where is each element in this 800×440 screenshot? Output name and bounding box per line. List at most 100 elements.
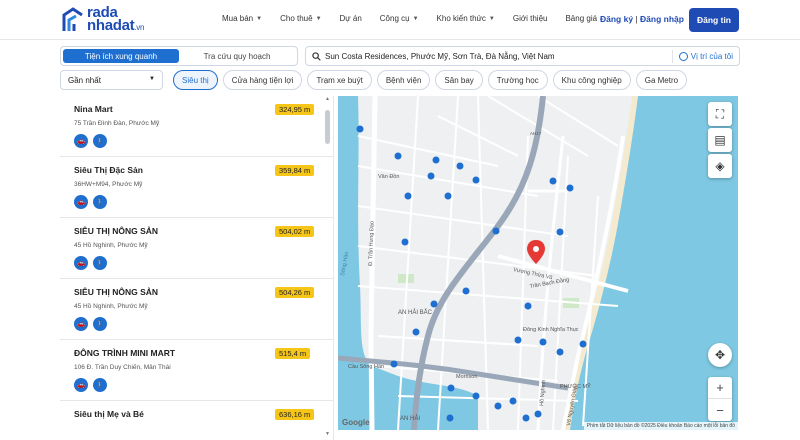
- shop-marker-icon[interactable]: [549, 177, 557, 185]
- shop-marker-icon[interactable]: [447, 384, 455, 392]
- map-view[interactable]: AN HẢI BẮC AN HẢI PHƯỚC MỸ Sông Hàn Cầu …: [338, 96, 738, 430]
- nav-cho-thue[interactable]: Cho thuê ▼: [280, 14, 321, 23]
- register-link[interactable]: Đăng ký: [600, 14, 633, 24]
- shop-marker-icon[interactable]: [401, 238, 409, 246]
- walk-icon[interactable]: 🚶: [93, 317, 107, 331]
- tab-zoning-lookup[interactable]: Tra cứu quy hoạch: [179, 49, 295, 63]
- shop-marker-icon[interactable]: [472, 392, 480, 400]
- chip-convenience-store[interactable]: Cửa hàng tiện lợi: [222, 70, 303, 90]
- nav-label: Mua bán: [222, 14, 254, 23]
- brand-line2: nhadat: [87, 17, 135, 34]
- shop-marker-icon[interactable]: [404, 192, 412, 200]
- shop-marker-icon[interactable]: [456, 162, 464, 170]
- shop-marker-icon[interactable]: [472, 176, 480, 184]
- nav-gioi-thieu[interactable]: Giới thiệu: [513, 14, 548, 23]
- shop-marker-icon[interactable]: [492, 227, 500, 235]
- shop-marker-icon[interactable]: [522, 414, 530, 422]
- nav-kho-kien-thuc[interactable]: Kho kiến thức ▼: [437, 14, 495, 23]
- zoom-out-icon[interactable]: −: [708, 399, 732, 421]
- list-item[interactable]: Nina Mart 75 Trần Đình Đàn, Phước Mỹ 324…: [60, 96, 333, 157]
- shop-marker-icon[interactable]: [534, 410, 542, 418]
- list-item[interactable]: Siêu thị Mẹ và Bé 636,16 m: [60, 401, 333, 440]
- sort-select[interactable]: Gần nhất ▼: [60, 70, 163, 90]
- place-address: 75 Trần Đình Đàn, Phước Mỹ: [74, 120, 160, 127]
- right-margin: [738, 96, 800, 440]
- shop-marker-icon[interactable]: [566, 184, 574, 192]
- chevron-down-icon: ▼: [488, 15, 495, 22]
- post-listing-button[interactable]: Đăng tin: [689, 8, 739, 32]
- distance-badge: 515,4 m: [275, 348, 311, 359]
- chip-bus-stop[interactable]: Trạm xe buýt: [307, 70, 372, 90]
- place-address: 106 Đ. Trần Duy Chiến, Mân Thái: [74, 364, 171, 371]
- shop-marker-icon[interactable]: [394, 152, 402, 160]
- shop-marker-icon[interactable]: [427, 172, 435, 180]
- label-van-don: Vân Đồn: [378, 174, 399, 180]
- map-canvas[interactable]: AN HẢI BẮC AN HẢI PHƯỚC MỸ Sông Hàn Cầu …: [338, 96, 738, 430]
- places-list[interactable]: Nina Mart 75 Trần Đình Đàn, Phước Mỹ 324…: [60, 96, 334, 440]
- chip-supermarket[interactable]: Siêu thị: [173, 70, 218, 90]
- scroll-thumb[interactable]: [325, 110, 330, 144]
- location-pin-icon[interactable]: [527, 240, 545, 264]
- shop-marker-icon[interactable]: [444, 192, 452, 200]
- shop-marker-icon[interactable]: [430, 300, 438, 308]
- chip-hospital[interactable]: Bệnh viện: [376, 70, 431, 90]
- shop-marker-icon[interactable]: [524, 302, 532, 310]
- chip-school[interactable]: Trường học: [487, 70, 548, 90]
- brand-suffix: .vn: [134, 23, 145, 32]
- chip-airport[interactable]: Sân bay: [435, 70, 483, 90]
- brand-logo[interactable]: rada nhadat.vn: [62, 5, 145, 34]
- chip-metro-station[interactable]: Ga Metro: [635, 70, 688, 90]
- shop-marker-icon[interactable]: [509, 397, 517, 405]
- walk-icon[interactable]: 🚶: [93, 378, 107, 392]
- list-item[interactable]: ĐÔNG TRÌNH MINI MART 106 Đ. Trần Duy Chi…: [60, 340, 333, 401]
- tab-nearby-amenities[interactable]: Tiện ích xung quanh: [63, 49, 179, 63]
- nav-bang-gia[interactable]: Bảng giá: [565, 14, 597, 23]
- zoom-in-icon[interactable]: +: [708, 377, 732, 399]
- search-input[interactable]: Sun Costa Residences, Phước Mỹ, Sơn Trà,…: [325, 52, 555, 61]
- distance-badge: 359,84 m: [275, 165, 315, 176]
- nav-du-an[interactable]: Dự án: [340, 14, 362, 23]
- shop-marker-icon[interactable]: [446, 414, 454, 422]
- pan-icon[interactable]: ✥: [708, 343, 732, 367]
- shop-marker-icon[interactable]: [539, 338, 547, 346]
- car-icon[interactable]: 🚗: [74, 317, 88, 331]
- map-attribution[interactable]: Phím tắt Dữ liệu bản đồ ©2025 Điều khoản…: [583, 422, 738, 430]
- shop-marker-icon[interactable]: [412, 328, 420, 336]
- category-chips: Siêu thị Cửa hàng tiện lợi Trạm xe buýt …: [173, 70, 692, 90]
- shop-marker-icon[interactable]: [579, 340, 587, 348]
- walk-icon[interactable]: 🚶: [93, 256, 107, 270]
- auth-links: Đăng ký | Đăng nhập: [600, 14, 684, 24]
- shop-marker-icon[interactable]: [390, 360, 398, 368]
- nav-mua-ban[interactable]: Mua bán ▼: [222, 14, 262, 23]
- list-item[interactable]: SIÊU THỊ NÔNG SẢN 45 Hồ Nghinh, Phước Mỹ…: [60, 279, 333, 340]
- shop-marker-icon[interactable]: [514, 336, 522, 344]
- car-icon[interactable]: 🚗: [74, 134, 88, 148]
- list-icon[interactable]: ▤: [708, 128, 732, 152]
- fullscreen-icon[interactable]: ⛶: [708, 102, 732, 126]
- shop-marker-icon[interactable]: [432, 156, 440, 164]
- mode-tabs: Tiện ích xung quanh Tra cứu quy hoạch: [60, 46, 298, 66]
- list-item[interactable]: SIÊU THỊ NÔNG SẢN 45 Hồ Nghinh, Phước Mỹ…: [60, 218, 333, 279]
- car-icon[interactable]: 🚗: [74, 195, 88, 209]
- layers-icon[interactable]: ◈: [708, 154, 732, 178]
- chevron-down-icon: ▼: [315, 15, 322, 22]
- car-icon[interactable]: 🚗: [74, 378, 88, 392]
- list-scrollbar[interactable]: [325, 98, 330, 438]
- shop-marker-icon[interactable]: [556, 348, 564, 356]
- walk-icon[interactable]: 🚶: [93, 195, 107, 209]
- scroll-down-icon[interactable]: ▼: [325, 431, 330, 437]
- car-icon[interactable]: 🚗: [74, 256, 88, 270]
- chip-industrial-park[interactable]: Khu công nghiệp: [552, 70, 631, 90]
- nav-cong-cu[interactable]: Công cụ ▼: [380, 14, 419, 23]
- shop-marker-icon[interactable]: [356, 125, 364, 133]
- shop-marker-icon[interactable]: [494, 402, 502, 410]
- walk-icon[interactable]: 🚶: [93, 134, 107, 148]
- label-ho-nghinh: Hồ Nghinh: [539, 380, 547, 406]
- my-location-button[interactable]: Vị trí của tôi: [671, 50, 733, 63]
- list-item[interactable]: Siêu Thị Đặc Sản 36HW+M94, Phước Mỹ 359,…: [60, 157, 333, 218]
- place-address: 36HW+M94, Phước Mỹ: [74, 181, 143, 188]
- shop-marker-icon[interactable]: [556, 228, 564, 236]
- login-link[interactable]: Đăng nhập: [640, 14, 684, 24]
- search-box[interactable]: Sun Costa Residences, Phước Mỹ, Sơn Trà,…: [305, 46, 740, 66]
- shop-marker-icon[interactable]: [462, 287, 470, 295]
